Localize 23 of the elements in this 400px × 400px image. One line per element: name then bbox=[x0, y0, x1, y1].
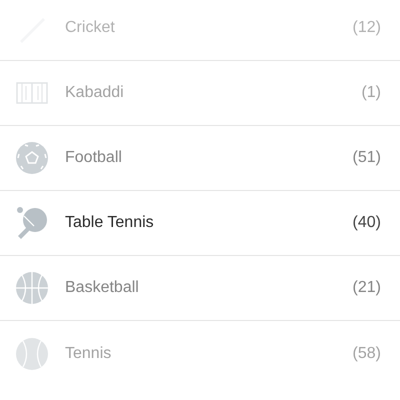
sport-row[interactable]: Football (51) bbox=[0, 126, 400, 191]
sport-count: (21) bbox=[352, 278, 381, 298]
basketball-icon bbox=[16, 272, 48, 304]
ping-pong-paddle-icon bbox=[16, 206, 48, 240]
sport-row[interactable]: Basketball (21) bbox=[0, 256, 400, 321]
court-icon bbox=[16, 82, 48, 104]
sport-count: (12) bbox=[352, 18, 381, 38]
sport-name: Table Tennis bbox=[65, 213, 155, 233]
sport-count: (58) bbox=[352, 344, 381, 364]
sport-row[interactable]: Table Tennis (40) bbox=[0, 191, 400, 256]
sport-name: Tennis bbox=[65, 344, 112, 364]
sport-name: Kabaddi bbox=[65, 83, 125, 103]
sport-count: (40) bbox=[352, 213, 381, 233]
sport-row[interactable]: Tennis (58) bbox=[0, 321, 400, 386]
sport-row[interactable]: Kabaddi (1) bbox=[0, 61, 400, 126]
sport-name: Basketball bbox=[65, 278, 140, 298]
sport-count: (51) bbox=[352, 148, 381, 168]
tennis-ball-icon bbox=[16, 338, 48, 370]
sport-row[interactable]: Cricket (12) bbox=[0, 0, 400, 61]
soccer-ball-icon bbox=[16, 142, 48, 174]
sport-name: Football bbox=[65, 148, 123, 168]
sport-count: (1) bbox=[361, 83, 381, 103]
sport-name: Cricket bbox=[65, 18, 116, 38]
